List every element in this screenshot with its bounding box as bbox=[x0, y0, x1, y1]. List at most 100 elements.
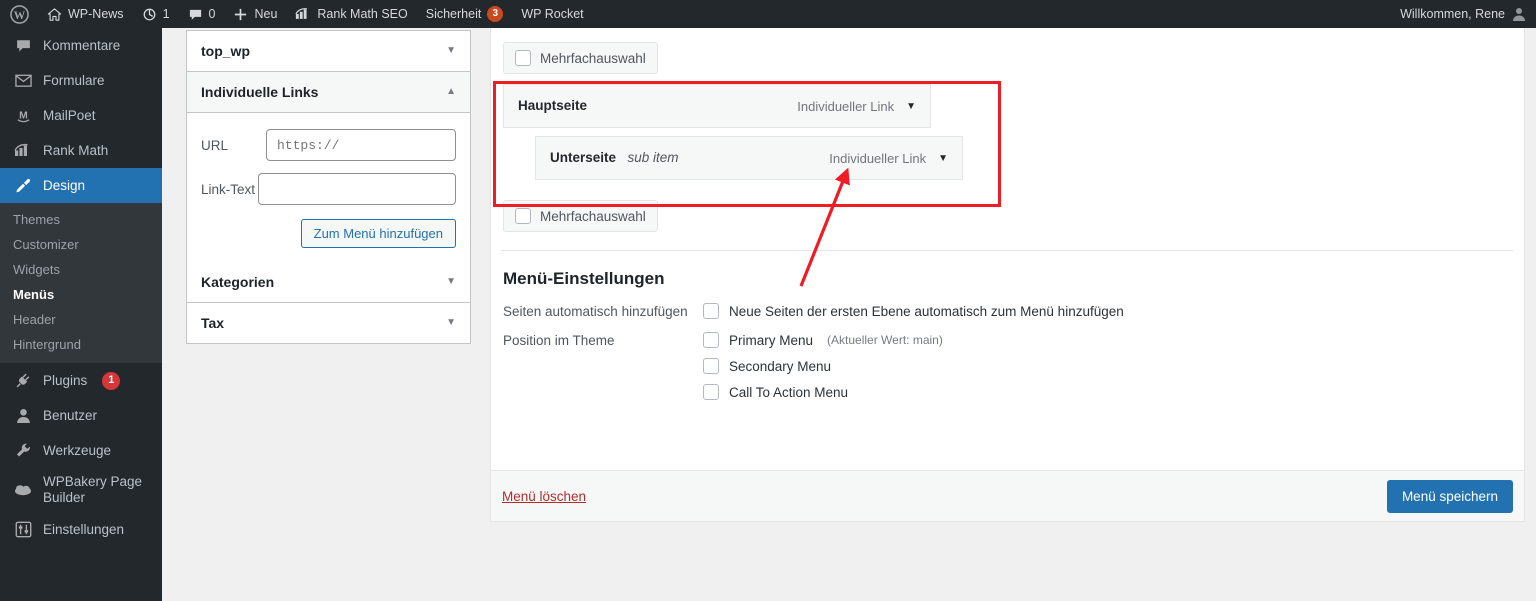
checkbox-icon[interactable] bbox=[703, 358, 719, 374]
url-field-row: URL bbox=[201, 129, 456, 161]
theme-location-label: Primary Menu bbox=[729, 332, 814, 348]
chevron-down-icon[interactable]: ▼ bbox=[938, 153, 948, 164]
sidebar-item-label: Kommentare bbox=[43, 38, 121, 53]
metabox-header-kategorien[interactable]: Kategorien ▼ bbox=[187, 262, 470, 303]
rankmath-icon bbox=[13, 143, 33, 158]
save-menu-button[interactable]: Menü speichern bbox=[1386, 479, 1513, 513]
checkbox-icon[interactable] bbox=[703, 384, 719, 400]
comment-icon bbox=[188, 7, 203, 22]
adminbar-comment-count: 0 bbox=[208, 7, 216, 21]
menu-settings-title: Menü-Einstellungen bbox=[503, 269, 665, 288]
auto-add-label: Neue Seiten der ersten Ebene automatisch… bbox=[729, 303, 1124, 319]
adminbar-item-updates[interactable]: 1 bbox=[133, 0, 179, 28]
adminbar-item-new[interactable]: Neu bbox=[224, 0, 286, 28]
setting-options: Primary Menu (Aktueller Wert: main) Seco… bbox=[703, 332, 943, 400]
sidebar-item-hintergrund[interactable]: Hintergrund bbox=[0, 332, 162, 357]
rankmath-icon bbox=[295, 7, 311, 21]
menu-settings-section: Menü-Einstellungen Seiten automatisch hi… bbox=[491, 251, 1524, 400]
sidebar-item-header[interactable]: Header bbox=[0, 307, 162, 332]
chevron-up-icon[interactable]: ▲ bbox=[446, 87, 456, 97]
menu-item-title: Hauptseite bbox=[518, 98, 588, 113]
link-text-label: Link-Text bbox=[201, 181, 256, 197]
user-icon bbox=[13, 407, 33, 424]
adminbar-wordpress-logo[interactable]: W bbox=[0, 0, 38, 28]
metabox-title: top_wp bbox=[201, 43, 250, 59]
multiselect-toggle-bottom[interactable]: Mehrfachauswahl bbox=[503, 200, 658, 232]
sidebar-item-mailpoet[interactable]: M MailPoet bbox=[0, 98, 162, 133]
sidebar-item-menus[interactable]: Menüs bbox=[0, 282, 162, 307]
svg-text:W: W bbox=[14, 9, 26, 21]
adminbar-item-wp-rocket[interactable]: WP Rocket bbox=[512, 0, 592, 28]
menu-item-meta: Individueller Link ▼ bbox=[797, 99, 916, 114]
multiselect-toggle-top[interactable]: Mehrfachauswahl bbox=[503, 42, 658, 74]
checkbox-icon[interactable] bbox=[515, 50, 531, 66]
checkbox-icon[interactable] bbox=[703, 303, 719, 319]
chevron-down-icon[interactable]: ▼ bbox=[906, 101, 916, 112]
metabox-header-tax[interactable]: Tax ▼ bbox=[187, 303, 470, 343]
menu-item-subtitle: sub item bbox=[627, 150, 679, 165]
menu-item-title-group: Unterseite sub item bbox=[550, 149, 679, 167]
chevron-down-icon[interactable]: ▼ bbox=[446, 46, 456, 56]
sidebar-item-plugins[interactable]: Plugins 1 bbox=[0, 363, 162, 398]
sidebar-item-werkzeuge[interactable]: Werkzeuge bbox=[0, 433, 162, 468]
sidebar-item-themes[interactable]: Themes bbox=[0, 207, 162, 232]
theme-location-hint: (Aktueller Wert: main) bbox=[827, 333, 943, 347]
adminbar-my-account[interactable]: Willkommen, Rene bbox=[1391, 0, 1536, 28]
plus-icon bbox=[233, 7, 248, 22]
adminbar-label: WP Rocket bbox=[521, 7, 584, 21]
mailpoet-icon: M bbox=[13, 107, 33, 124]
setting-options: Neue Seiten der ersten Ebene automatisch… bbox=[703, 303, 1124, 319]
content-area: top_wp ▼ Individuelle Links ▲ URL Link-T… bbox=[162, 28, 1536, 601]
sidebar-item-kommentare[interactable]: Kommentare bbox=[0, 28, 162, 63]
metabox-body-individuelle-links: URL Link-Text Zum Menü hinzufügen bbox=[187, 113, 470, 262]
theme-location-call-to-action-menu[interactable]: Call To Action Menu bbox=[703, 384, 943, 400]
sidebar-item-benutzer[interactable]: Benutzer bbox=[0, 398, 162, 433]
multiselect-label: Mehrfachauswahl bbox=[540, 50, 646, 66]
menu-panel-footer: Menü löschen Menü speichern bbox=[490, 470, 1525, 522]
checkbox-icon[interactable] bbox=[515, 208, 531, 224]
theme-location-secondary-menu[interactable]: Secondary Menu bbox=[703, 358, 943, 374]
adminbar-item-comments[interactable]: 0 bbox=[179, 0, 225, 28]
sidebar-item-design[interactable]: Design bbox=[0, 168, 170, 203]
adminbar-greeting: Willkommen, Rene bbox=[1400, 7, 1505, 21]
sidebar-item-label: Design bbox=[43, 178, 86, 193]
admin-bar: W WP-News 1 0 Neu Rank Math SEO Sicherhe… bbox=[0, 0, 1536, 28]
sidebar-submenu-design: Themes Customizer Widgets Menüs Header H… bbox=[0, 203, 162, 363]
menu-item-row-hauptseite[interactable]: Hauptseite Individueller Link ▼ bbox=[503, 84, 931, 128]
delete-menu-link[interactable]: Menü löschen bbox=[502, 489, 586, 504]
checkbox-icon[interactable] bbox=[703, 332, 719, 348]
chevron-down-icon[interactable]: ▼ bbox=[446, 277, 456, 287]
sidebar-item-label: Werkzeuge bbox=[43, 443, 112, 458]
sidebar-item-label: WPBakery Page Builder bbox=[43, 473, 143, 505]
adminbar-item-rank-math-seo[interactable]: Rank Math SEO bbox=[286, 0, 416, 28]
link-text-field-row: Link-Text bbox=[201, 173, 456, 205]
theme-location-primary-menu[interactable]: Primary Menu (Aktueller Wert: main) bbox=[703, 332, 943, 348]
adminbar-label: WP-News bbox=[68, 7, 124, 21]
adminbar-item-wp-news[interactable]: WP-News bbox=[38, 0, 133, 28]
adminbar-label: Rank Math SEO bbox=[317, 7, 408, 21]
setting-auto-add-pages: Seiten automatisch hinzufügen Neue Seite… bbox=[503, 303, 1514, 319]
menu-item-row-unterseite[interactable]: Unterseite sub item Individueller Link ▼ bbox=[535, 136, 963, 180]
sidebar-item-einstellungen[interactable]: Einstellungen bbox=[0, 512, 162, 547]
sidebar-item-wpbakery-page-builder[interactable]: WPBakery Page Builder bbox=[0, 468, 162, 512]
add-to-menu-button[interactable]: Zum Menü hinzufügen bbox=[300, 219, 456, 248]
menu-item-type: Individueller Link bbox=[829, 150, 927, 166]
metabox-header-top-wp[interactable]: top_wp ▼ bbox=[187, 31, 470, 72]
auto-add-checkbox-row[interactable]: Neue Seiten der ersten Ebene automatisch… bbox=[703, 303, 1124, 319]
adminbar-item-sicherheit[interactable]: Sicherheit 3 bbox=[417, 0, 513, 28]
envelope-icon bbox=[13, 72, 33, 89]
sidebar-item-widgets[interactable]: Widgets bbox=[0, 257, 162, 282]
url-input[interactable] bbox=[266, 129, 456, 161]
adminbar-label: Neu bbox=[254, 7, 278, 21]
setting-theme-locations: Position im Theme Primary Menu (Aktuelle… bbox=[503, 332, 1514, 400]
sidebar-item-label: MailPoet bbox=[43, 108, 96, 123]
sidebar-item-rank-math[interactable]: Rank Math bbox=[0, 133, 162, 168]
menu-metabox-column: top_wp ▼ Individuelle Links ▲ URL Link-T… bbox=[186, 30, 471, 344]
sliders-icon bbox=[13, 521, 33, 538]
chevron-down-icon[interactable]: ▼ bbox=[446, 318, 456, 328]
sidebar-item-customizer[interactable]: Customizer bbox=[0, 232, 162, 257]
metabox-header-individuelle-links[interactable]: Individuelle Links ▲ bbox=[187, 72, 470, 113]
link-text-input[interactable] bbox=[258, 173, 456, 205]
sidebar-item-formulare[interactable]: Formulare bbox=[0, 63, 162, 98]
url-label: URL bbox=[201, 137, 229, 153]
